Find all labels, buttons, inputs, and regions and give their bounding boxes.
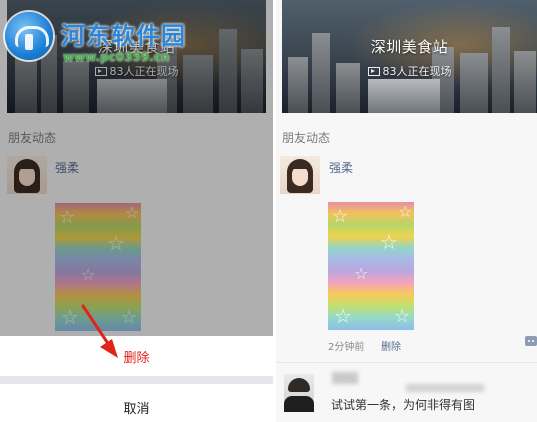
right-screen: 深圳美食站 83人正在现场 朋友动态 强柔 ☆ ☆ ☆ ☆ ☆ ☆ 2分钟前 删… xyxy=(276,0,537,422)
post-text: 试试第一条，为何非得有图 xyxy=(331,398,476,412)
avatar[interactable] xyxy=(284,374,314,412)
delete-action[interactable]: 删除 xyxy=(0,347,273,366)
blurred-area xyxy=(406,384,484,392)
section-title: 朋友动态 xyxy=(282,131,331,145)
author-name[interactable]: 强柔 xyxy=(329,159,353,176)
watermark-logo-icon xyxy=(5,12,53,60)
cover-subtitle: 83人正在现场 xyxy=(282,63,537,79)
star-icon: ☆ xyxy=(332,206,349,227)
post-time: 2分钟前 xyxy=(328,342,365,353)
sheet-divider xyxy=(0,376,273,384)
avatar[interactable] xyxy=(280,156,320,194)
post-photo[interactable]: ☆ ☆ ☆ ☆ ☆ ☆ xyxy=(328,202,414,330)
comment-icon[interactable] xyxy=(525,336,537,346)
watermark: 河东软件园 www.pc0359.cn xyxy=(3,6,213,70)
star-icon: ☆ xyxy=(394,306,411,327)
watermark-url: www.pc0359.cn xyxy=(63,50,170,64)
cancel-action[interactable]: 取消 xyxy=(0,398,273,417)
star-icon: ☆ xyxy=(398,202,413,221)
post-separator xyxy=(276,362,537,363)
star-icon: ☆ xyxy=(334,304,352,328)
delete-link[interactable]: 删除 xyxy=(381,338,401,353)
action-sheet: 删除 取消 xyxy=(0,336,273,422)
cover-banner[interactable]: 深圳美食站 83人正在现场 xyxy=(282,0,537,113)
star-icon: ☆ xyxy=(380,230,398,254)
star-icon: ☆ xyxy=(354,264,369,283)
cover-title: 深圳美食站 xyxy=(370,38,449,56)
live-icon xyxy=(367,67,380,76)
blurred-name xyxy=(332,372,358,384)
watermark-name: 河东软件园 xyxy=(61,21,186,50)
